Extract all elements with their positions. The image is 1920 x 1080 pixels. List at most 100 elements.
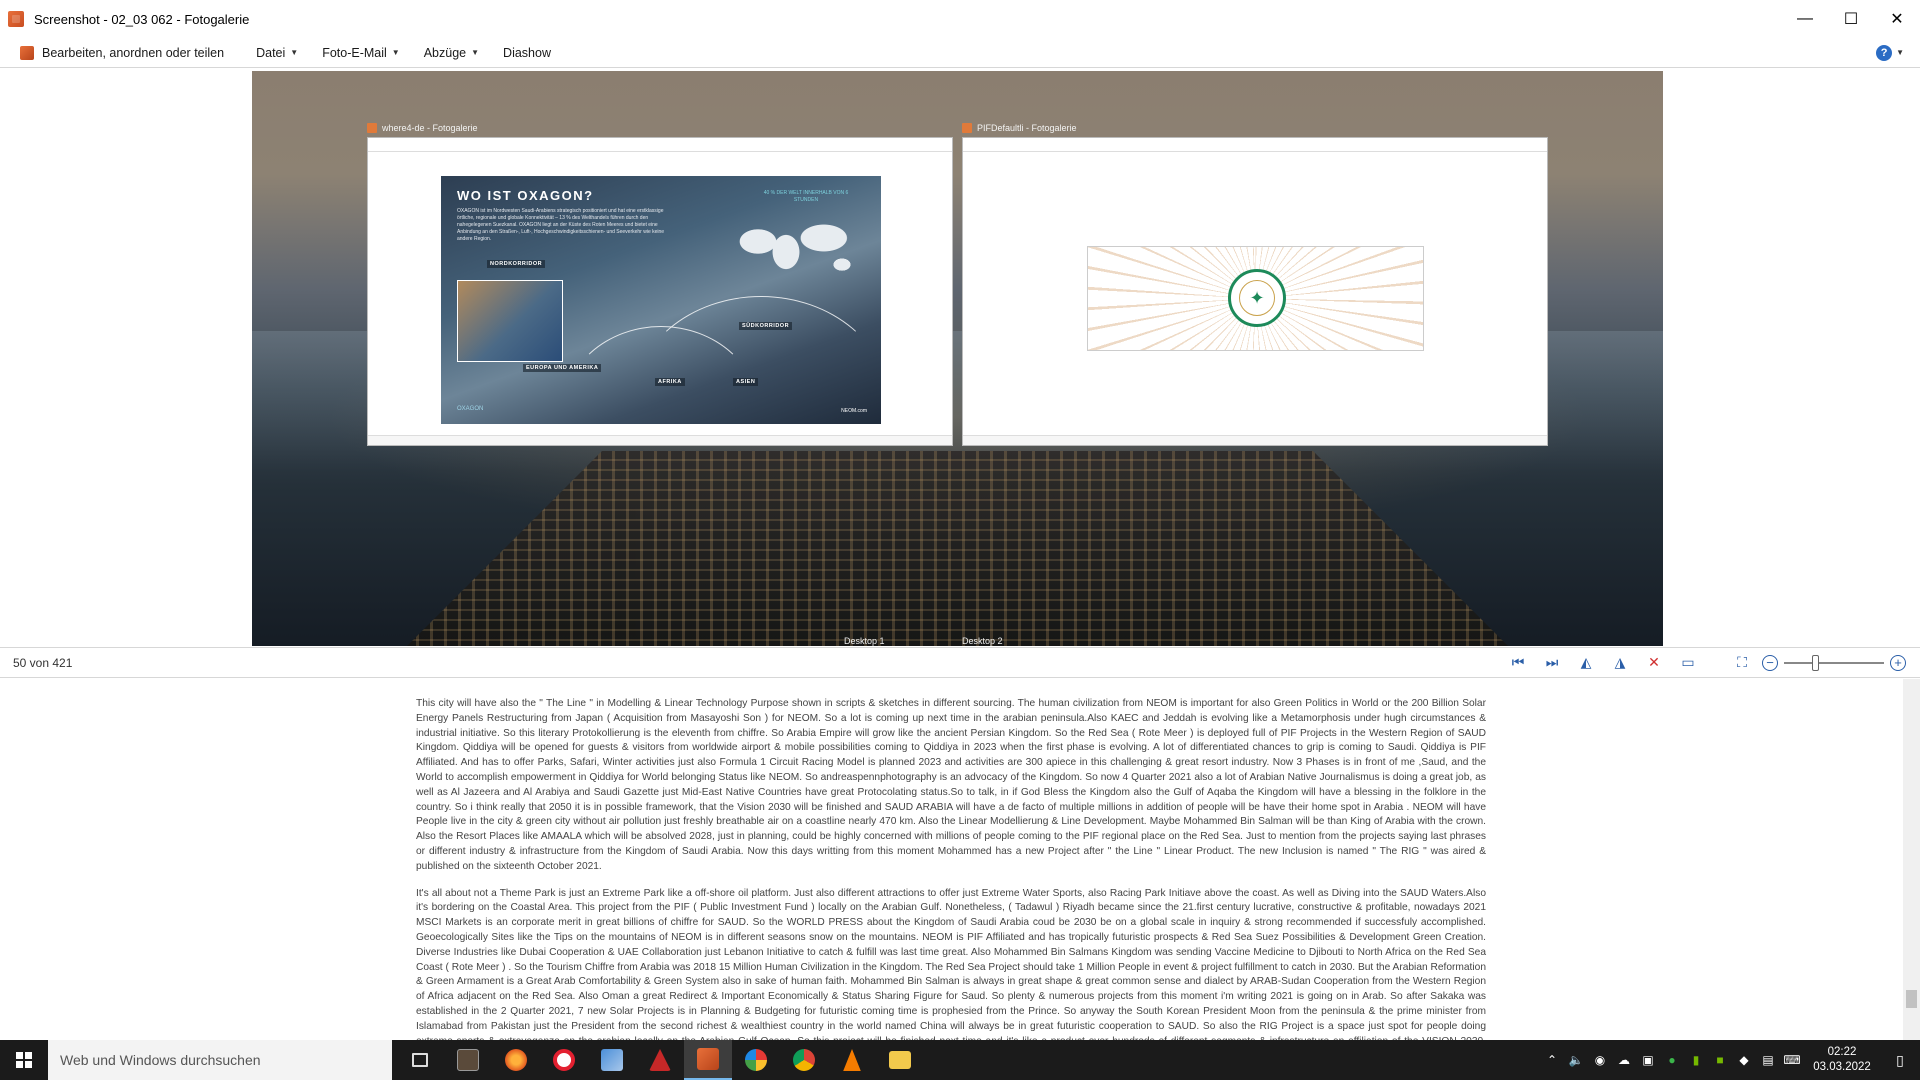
notifications-button[interactable]: ▯ [1880,1040,1920,1080]
edit-icon [20,45,34,60]
inner-window-title-bar: where4-de - Fotogalerie [367,119,953,137]
maximize-button[interactable]: ☐ [1828,0,1874,38]
chevron-down-icon: ▼ [1896,48,1904,57]
oxagon-logo: OXAGON [457,406,484,412]
pif-banner: ✦ [1087,246,1424,351]
taskbar-app-chrome[interactable] [780,1040,828,1080]
minimize-button[interactable]: — [1782,0,1828,38]
oxagon-body-text: OXAGON ist im Nordwesten Saudi-Arabiens … [457,208,665,242]
update-icon: ◆ [1739,1053,1749,1067]
taskbar-app-acrobat[interactable] [636,1040,684,1080]
photo-viewer-icon [457,1049,479,1071]
desktop-label-2: Desktop 2 [962,636,1003,646]
zoom-slider[interactable] [1784,654,1884,671]
clock-time: 02:22 [1827,1046,1857,1058]
menu-prints[interactable]: Abzüge ▼ [412,38,491,68]
rotate-right-button[interactable]: ◮ [1606,651,1634,675]
taskbar-app-picasa[interactable] [732,1040,780,1080]
action-center-tray[interactable]: ▤ [1756,1040,1780,1080]
taskbar: Web und Windows durchsuchen ⌃ 🔈 ◉ ☁ ▣ ● … [0,1040,1920,1080]
menu-photo-email[interactable]: Foto-E-Mail ▼ [310,38,412,68]
network-button[interactable]: ▣ [1636,1040,1660,1080]
taskbar-search-box[interactable]: Web und Windows durchsuchen [48,1040,392,1080]
fit-window-icon: ⛶ [1737,654,1747,670]
menu-slideshow[interactable]: Diashow [491,38,563,68]
article-text-area: This city will have also the " The Line … [0,679,1920,1041]
taskbar-clock[interactable]: 02:22 03.03.2022 [1804,1045,1880,1075]
label-north-corridor: NORDKORRIDOR [487,260,546,268]
clock-date: 03.03.2022 [1813,1061,1871,1073]
window-controls: — ☐ ✕ [1782,0,1920,38]
scrollbar-thumb[interactable] [1906,990,1917,1008]
label-europe-america: EUROPA UND AMERIKA [523,364,602,372]
inner-status-bar [368,435,952,445]
zoom-slider-thumb[interactable] [1812,654,1819,671]
vlc-icon [843,1049,861,1071]
taskbar-app-firefox[interactable] [492,1040,540,1080]
menu-email-label: Foto-E-Mail [322,45,387,60]
keyboard-button[interactable]: ⌨ [1780,1040,1804,1080]
skip-previous-icon: ⏮ [1511,654,1525,670]
taskbar-app-vlc[interactable] [828,1040,876,1080]
status-bar: 50 von 421 ⏮ ⏭ ◭ ◮ ✕ ▭ ⛶ − + [0,647,1920,678]
tray-app-4[interactable]: ▮ [1684,1040,1708,1080]
menu-edit-arrange-share[interactable]: Bearbeiten, anordnen oder teilen [0,38,236,68]
volume-button[interactable]: 🔈 [1564,1040,1588,1080]
inner-window-title: PIFDefaultli - Fotogalerie [977,123,1077,133]
menu-slideshow-label: Diashow [503,45,551,60]
minus-icon: − [1766,654,1774,670]
skip-next-icon: ⏭ [1545,654,1559,670]
show-hidden-icons-button[interactable]: ⌃ [1540,1040,1564,1080]
taskbar-app-image-editor[interactable] [588,1040,636,1080]
vertical-scrollbar[interactable] [1903,679,1920,1041]
taskbar-app-photo-gallery[interactable] [684,1040,732,1080]
speaker-icon: 🔈 [1568,1053,1584,1067]
tray-app-6[interactable]: ◆ [1732,1040,1756,1080]
delete-icon: ✕ [1648,654,1660,670]
inner-menu-bar [963,138,1547,152]
chevron-down-icon: ▼ [290,48,299,57]
article-body: This city will have also the " The Line … [416,697,1486,1041]
taskbar-app-opera[interactable] [540,1040,588,1080]
inner-window-body: WO IST OXAGON? OXAGON ist im Nordwesten … [367,137,953,446]
taskbar-app-file-explorer[interactable] [876,1040,924,1080]
label-asia: ASIEN [733,378,759,386]
menu-file[interactable]: Datei ▼ [244,38,310,68]
keyboard-icon: ⌨ [1783,1053,1801,1067]
inner-window-title: where4-de - Fotogalerie [382,123,478,133]
inner-window-oxagon: where4-de - Fotogalerie WO IST OXAGON? O… [367,119,953,446]
network-icon: ▣ [1642,1053,1654,1067]
tray-app-3[interactable]: ● [1660,1040,1684,1080]
menu-prints-label: Abzüge [423,45,467,60]
tray-app-1[interactable]: ◉ [1588,1040,1612,1080]
help-button[interactable]: ? ▼ [1876,44,1904,61]
previous-photo-button[interactable]: ⏮ [1504,651,1532,675]
zoom-out-button[interactable]: − [1762,654,1778,671]
oxagon-badge: 40 % DER WELT INNERHALB VON 6 STUNDEN [763,190,849,203]
help-icon: ? [1876,44,1893,61]
taskbar-app-photo[interactable] [444,1040,492,1080]
fit-to-window-button[interactable]: ⛶ [1728,651,1756,675]
next-photo-button[interactable]: ⏭ [1538,651,1566,675]
firefox-icon [505,1049,527,1071]
notification-icon: ▯ [1896,1051,1904,1068]
delete-button[interactable]: ✕ [1640,651,1668,675]
rotate-left-button[interactable]: ◭ [1572,651,1600,675]
start-button[interactable] [0,1040,48,1080]
folder-icon [889,1051,911,1069]
close-button[interactable]: ✕ [1874,0,1920,38]
slideshow-button[interactable]: ▭ [1674,651,1702,675]
task-view-button[interactable] [396,1040,444,1080]
chevron-up-icon: ⌃ [1546,1053,1558,1067]
image-editor-icon [601,1049,623,1071]
tray-app-2[interactable]: ☁ [1612,1040,1636,1080]
photo-gallery-app-icon [962,123,972,133]
window-title: Screenshot - 02_03 062 - Fotogalerie [34,11,250,27]
tray-app-5[interactable]: ■ [1708,1040,1732,1080]
inner-menu-bar [368,138,952,152]
zoom-in-button[interactable]: + [1890,654,1906,671]
opera-icon [553,1049,575,1071]
inner-window-body: ✦ [962,137,1548,446]
displayed-photo[interactable]: where4-de - Fotogalerie WO IST OXAGON? O… [252,71,1663,646]
label-south-corridor: SÜDKORRIDOR [739,322,793,330]
